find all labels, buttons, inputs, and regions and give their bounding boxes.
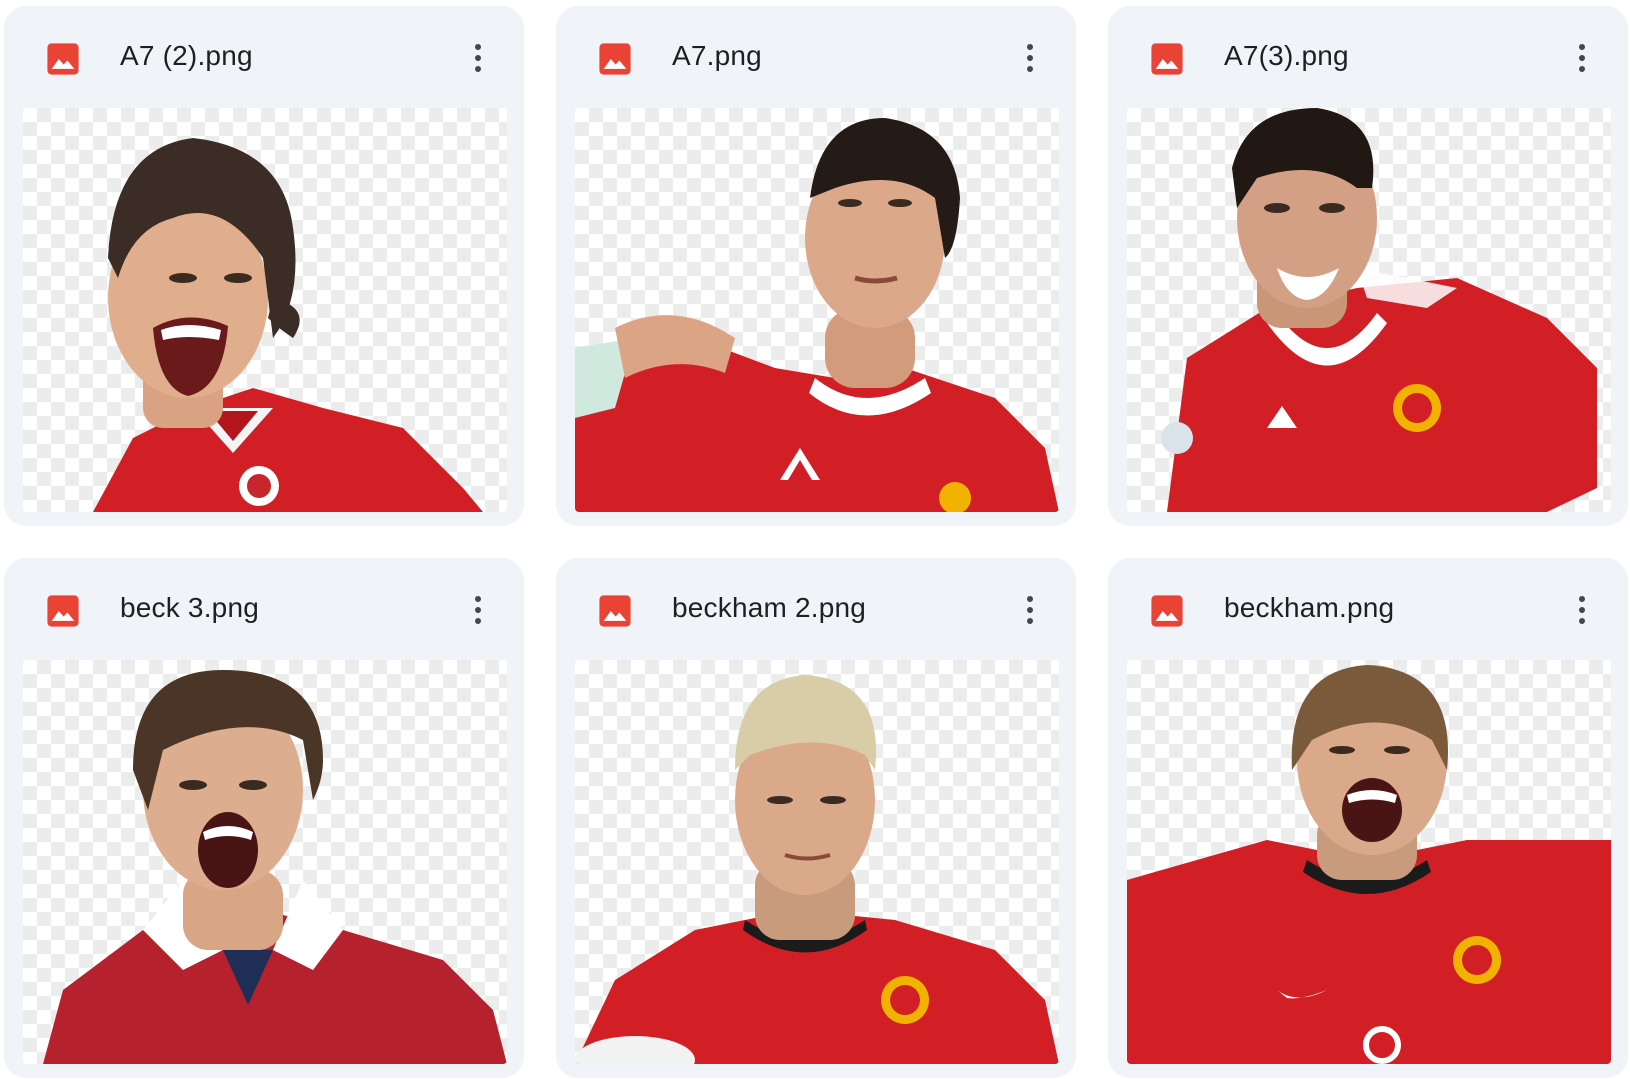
file-card[interactable]: A7(3).png [1108,6,1628,526]
file-card[interactable]: A7.png [556,6,1076,526]
more-vert-icon[interactable] [458,34,498,82]
player-thumbnail-image [1161,108,1597,512]
file-thumbnail [1127,660,1611,1064]
file-thumbnail [1127,108,1611,512]
image-icon [47,595,79,627]
file-card[interactable]: beckham.png [1108,558,1628,1078]
file-name: beck 3.png [120,592,259,623]
image-icon [1151,43,1183,75]
more-vert-icon[interactable] [1562,34,1602,82]
file-name: beckham 2.png [672,592,867,623]
more-vert-icon[interactable] [1010,586,1050,634]
file-card-header: A7 (2).png [4,6,524,106]
file-grid: A7 (2).png A7.png A7(3).png beck 3.png b… [0,0,1630,1079]
more-vert-icon[interactable] [1010,34,1050,82]
file-card-header: beckham 2.png [556,558,1076,658]
file-card-header: beckham.png [1108,558,1628,658]
file-card-header: A7(3).png [1108,6,1628,106]
file-card[interactable]: beckham 2.png [556,558,1076,1078]
file-name: A7.png [672,40,762,71]
file-card-header: beck 3.png [4,558,524,658]
file-name: beckham.png [1224,592,1395,623]
file-name: A7(3).png [1224,40,1349,71]
more-vert-icon[interactable] [458,586,498,634]
image-icon [1151,595,1183,627]
image-icon [599,595,631,627]
file-name: A7 (2).png [120,40,253,71]
player-thumbnail-image [93,138,483,512]
player-thumbnail-image [43,670,507,1064]
file-thumbnail [575,660,1059,1064]
image-icon [47,43,79,75]
image-icon [599,43,631,75]
player-thumbnail-image [575,675,1059,1064]
more-vert-icon[interactable] [1562,586,1602,634]
file-card[interactable]: beck 3.png [4,558,524,1078]
file-thumbnail [23,108,507,512]
file-card-header: A7.png [556,6,1076,106]
player-thumbnail-image [1127,665,1611,1064]
file-thumbnail [575,108,1059,512]
file-card[interactable]: A7 (2).png [4,6,524,526]
player-thumbnail-image [575,118,1059,512]
file-thumbnail [23,660,507,1064]
